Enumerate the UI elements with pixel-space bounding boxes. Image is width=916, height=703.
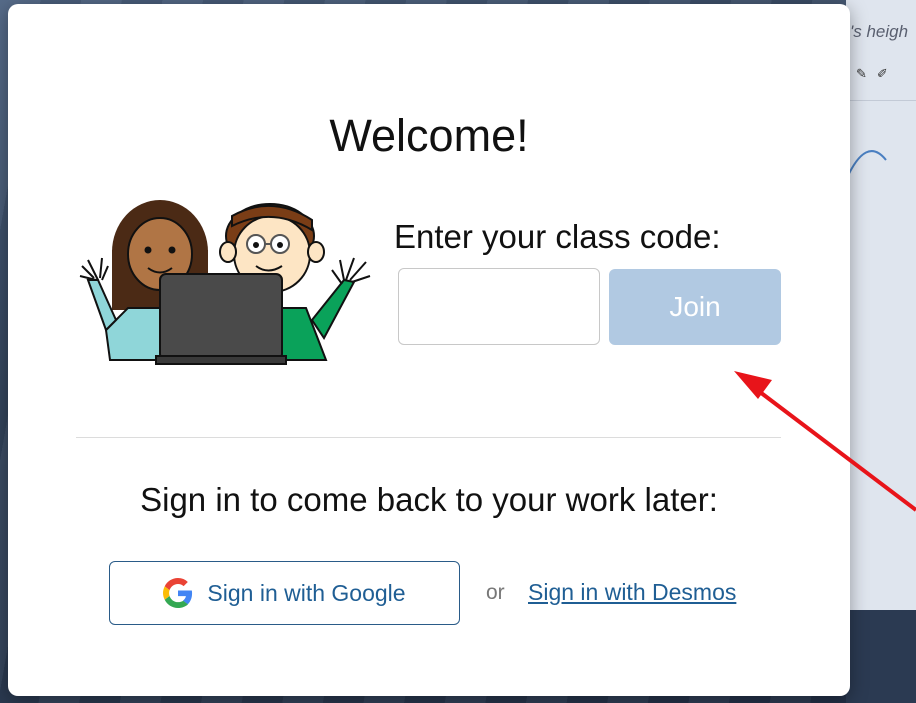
background-hint-text: 's heigh [850,22,909,41]
join-button[interactable]: Join [609,269,781,345]
class-code-input[interactable] [398,268,600,345]
signin-heading: Sign in to come back to your work later: [140,481,718,518]
or-separator: or [486,581,505,604]
sign-in-with-google-button[interactable]: Sign in with Google [109,561,460,625]
background-tool-icons: ✎✐ [856,66,898,81]
sign-in-with-desmos-link[interactable]: Sign in with Desmos [528,579,736,606]
google-g-icon [163,578,193,608]
dialog-title: Welcome! [329,110,529,161]
section-divider [76,437,781,438]
background-activity-panel: 's heigh ✎✐ [846,0,916,610]
background-lower-area [846,610,916,703]
students-with-laptop-illustration [79,200,371,365]
class-code-label: Enter your class code: [394,218,721,255]
background-rule [846,100,916,101]
background-graph-curve [846,150,887,181]
welcome-dialog: Welcome! Enter your class code: Join Sig… [8,4,850,696]
google-button-label: Sign in with Google [207,579,406,606]
